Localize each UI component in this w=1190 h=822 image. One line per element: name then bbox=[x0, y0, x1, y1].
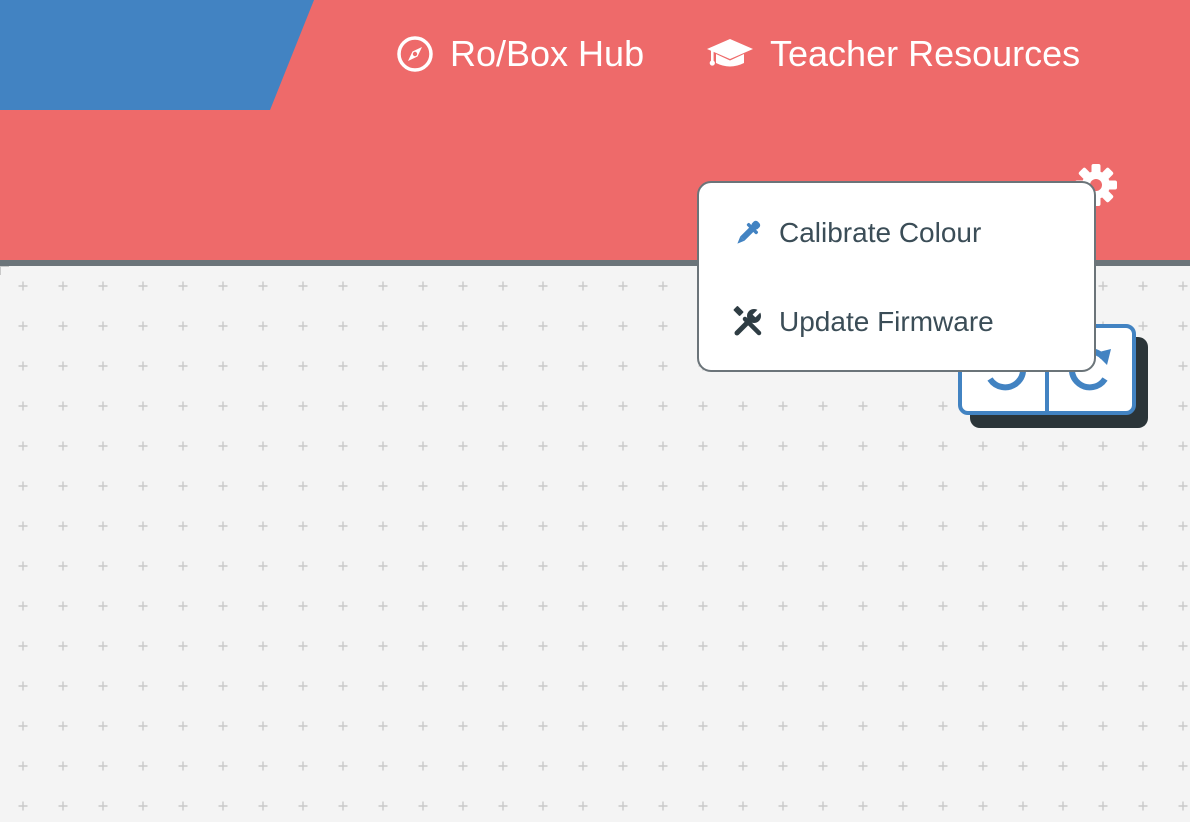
nav-teacher-resources[interactable]: Teacher Resources bbox=[706, 28, 1080, 80]
menu-item-update-firmware[interactable]: Update Firmware bbox=[731, 302, 994, 342]
tools-icon bbox=[731, 306, 765, 338]
nav-robox-hub-label: Ro/Box Hub bbox=[450, 33, 645, 74]
menu-item-calibrate-colour[interactable]: Calibrate Colour bbox=[731, 213, 981, 253]
graduation-cap-icon bbox=[706, 35, 754, 73]
menu-item-update-firmware-label: Update Firmware bbox=[779, 306, 994, 337]
menu-item-calibrate-colour-label: Calibrate Colour bbox=[779, 217, 982, 248]
nav-robox-hub[interactable]: Ro/Box Hub bbox=[396, 28, 644, 80]
eyedropper-icon bbox=[731, 217, 765, 249]
settings-dropdown: Calibrate Colour Update Firmware bbox=[697, 181, 1096, 372]
compass-icon bbox=[396, 35, 434, 73]
logo-tab[interactable] bbox=[0, 0, 314, 110]
nav-teacher-resources-label: Teacher Resources bbox=[770, 33, 1081, 74]
